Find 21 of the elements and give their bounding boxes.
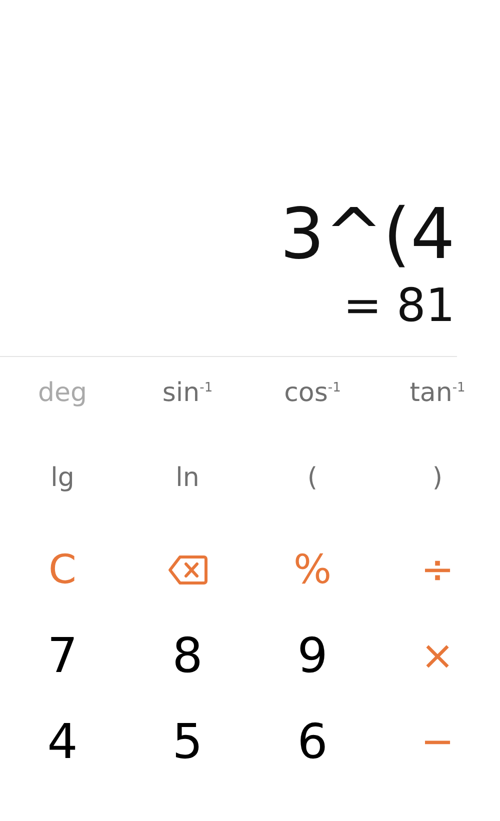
result-text: = 81	[343, 277, 455, 334]
function-key[interactable]: ln	[172, 461, 204, 495]
digit-key[interactable]: 4	[43, 712, 82, 772]
function-key[interactable]: cos$^{-1}$	[280, 376, 345, 410]
function-key[interactable]: lg	[46, 461, 78, 495]
digit-key[interactable]: 7	[43, 626, 82, 686]
operator-key[interactable]: %	[289, 545, 336, 595]
function-key[interactable]: tan$^{-1}$	[406, 376, 470, 410]
digit-key[interactable]: 9	[293, 626, 332, 686]
function-key[interactable]: (	[303, 461, 322, 495]
digit-key[interactable]: 8	[168, 626, 207, 686]
operator-key[interactable]: ÷	[416, 545, 458, 595]
function-key[interactable]: sin$^{-1}$	[158, 376, 217, 410]
backspace-icon	[168, 554, 208, 586]
function-key[interactable]: )	[428, 461, 447, 495]
operator-key[interactable]: C	[44, 545, 80, 595]
digit-key[interactable]: 6	[293, 712, 332, 772]
digit-key[interactable]: 5	[168, 712, 207, 772]
operator-key[interactable]: ×	[416, 631, 458, 681]
operator-key[interactable]: −	[416, 717, 458, 767]
expression-text: 3^(4	[280, 192, 455, 276]
